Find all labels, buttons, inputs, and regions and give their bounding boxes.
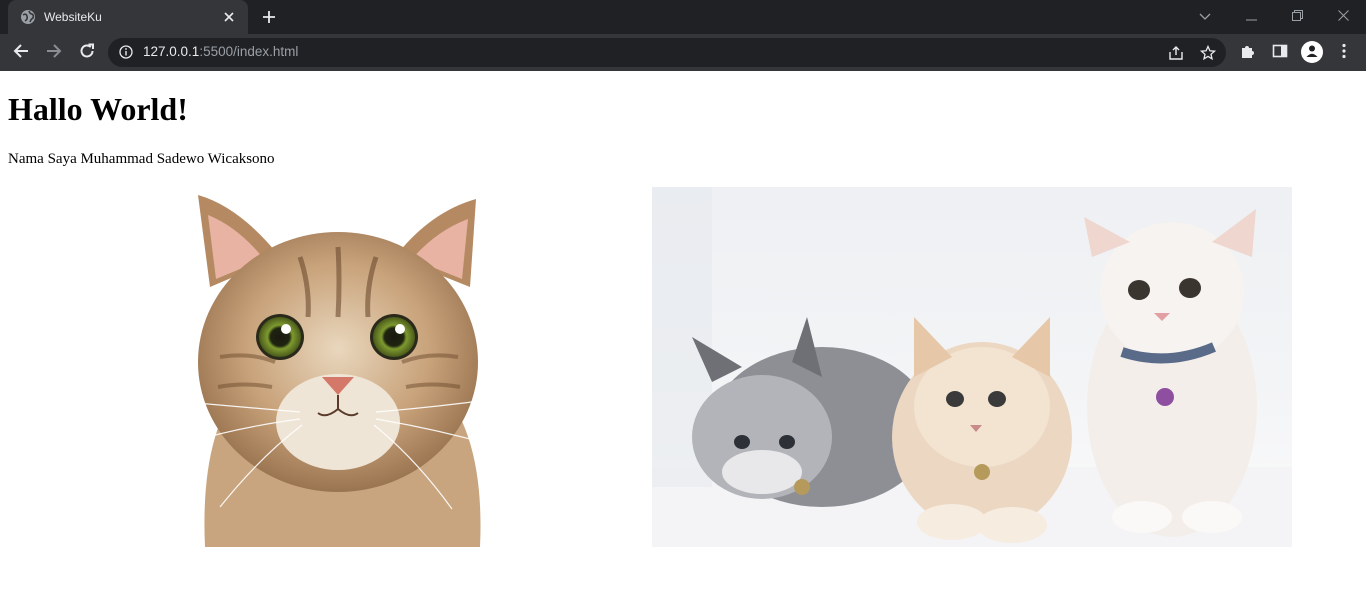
url-text: 127.0.0.1:5500/index.html: [143, 44, 298, 59]
new-tab-button[interactable]: [258, 7, 280, 29]
browser-tab[interactable]: WebsiteKu: [8, 0, 248, 34]
info-icon[interactable]: [118, 44, 134, 60]
close-icon: [1337, 6, 1349, 25]
restore-button[interactable]: [1284, 4, 1310, 26]
back-button[interactable]: [8, 40, 34, 66]
arrow-left-icon: [13, 43, 29, 63]
arrow-right-icon: [46, 43, 62, 63]
chevron-down-icon: [1199, 6, 1211, 25]
page-viewport: Hallo World! Nama Saya Muhammad Sadewo W…: [0, 71, 1366, 602]
intro-paragraph: Nama Saya Muhammad Sadewo Wicaksono: [8, 151, 275, 167]
profile-button[interactable]: [1301, 41, 1323, 63]
extensions-button[interactable]: [1235, 40, 1261, 66]
reload-button[interactable]: [74, 40, 100, 66]
reload-icon: [79, 43, 95, 63]
address-bar[interactable]: 127.0.0.1:5500/index.html: [108, 38, 1226, 67]
browser-toolbar: 127.0.0.1:5500/index.html: [0, 34, 1366, 71]
forward-button[interactable]: [41, 40, 67, 66]
kittens-image: [652, 187, 1292, 547]
close-icon[interactable]: [220, 8, 238, 26]
side-panel-button[interactable]: [1267, 40, 1293, 66]
url-host: 127.0.0.1: [143, 44, 200, 59]
star-icon[interactable]: [1198, 43, 1218, 63]
tab-strip: WebsiteKu: [0, 0, 1366, 34]
cat-image: [180, 187, 500, 547]
tab-title: WebsiteKu: [44, 10, 102, 24]
share-icon[interactable]: [1166, 43, 1186, 63]
page-heading: Hallo World!: [8, 91, 188, 127]
side-panel-icon: [1272, 43, 1288, 63]
close-window-button[interactable]: [1330, 4, 1356, 26]
globe-icon: [20, 9, 36, 25]
menu-button[interactable]: [1331, 40, 1357, 66]
person-icon: [1305, 43, 1319, 62]
url-path: :5500/index.html: [199, 44, 299, 59]
minimize-button[interactable]: [1238, 4, 1264, 26]
more-vertical-icon: [1342, 43, 1346, 63]
plus-icon: [262, 9, 276, 28]
restore-icon: [1291, 6, 1303, 25]
puzzle-icon: [1240, 43, 1256, 63]
tab-search-button[interactable]: [1192, 4, 1218, 26]
minimize-icon: [1245, 6, 1257, 25]
